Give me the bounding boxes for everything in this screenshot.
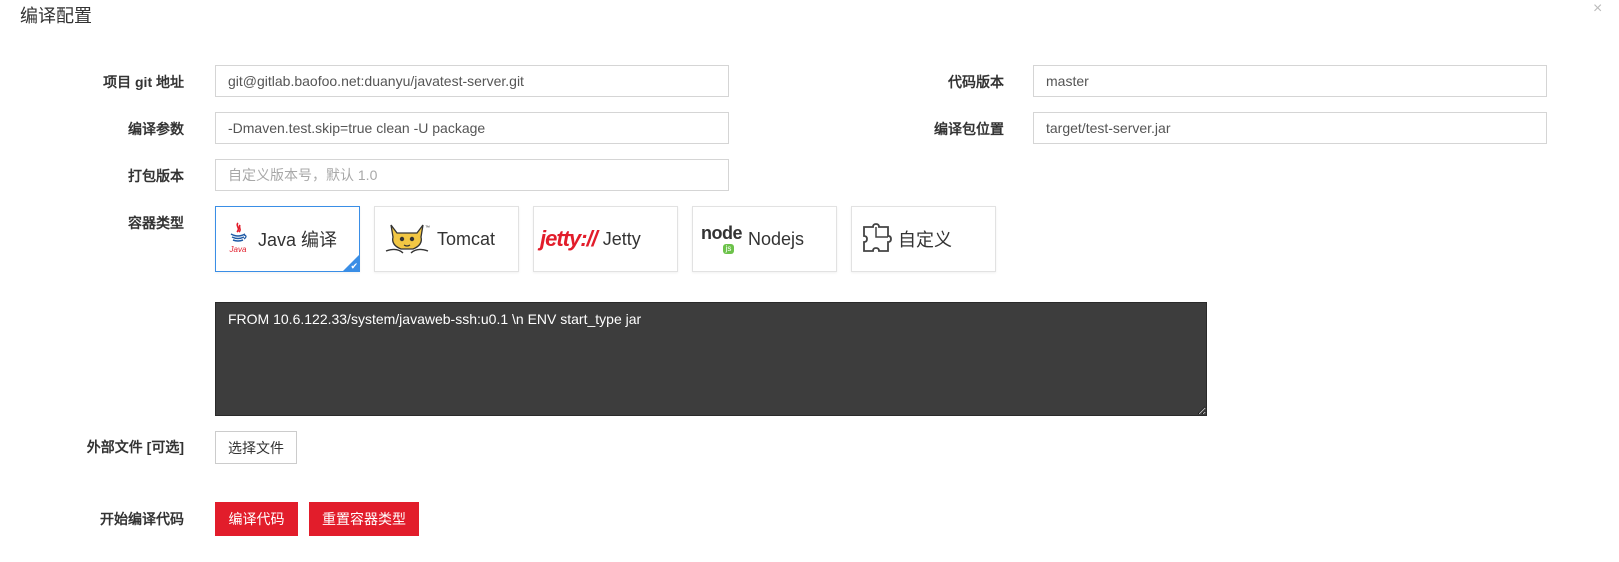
svg-text:Java: Java (229, 245, 247, 254)
check-icon: ✔ (350, 261, 358, 271)
container-option-label: Java 编译 (258, 230, 338, 250)
tomcat-icon: ™ (383, 221, 431, 257)
build-code-button[interactable]: 编译代码 (215, 502, 298, 536)
container-option-label: Jetty (602, 228, 641, 249)
jetty-icon: jetty:// (540, 226, 598, 251)
dialog-title: 编译配置 (20, 6, 92, 26)
puzzle-icon (860, 223, 892, 255)
container-type-label: 容器类型 (128, 215, 184, 231)
choose-file-button[interactable]: 选择文件 (215, 431, 297, 464)
git-url-label: 项目 git 地址 (103, 74, 184, 90)
dockerfile-textarea[interactable]: FROM 10.6.122.33/system/javaweb-ssh:u0.1… (215, 302, 1207, 416)
container-option-label: Tomcat (437, 228, 496, 249)
nodejs-logo-sub: js (722, 244, 735, 254)
start-build-label: 开始编译代码 (100, 511, 184, 527)
container-option-java[interactable]: Java Java 编译 ✔ (215, 206, 360, 272)
reset-container-type-button[interactable]: 重置容器类型 (309, 502, 419, 536)
git-url-input[interactable] (215, 65, 729, 97)
nodejs-icon: node js (701, 223, 743, 254)
container-option-nodejs[interactable]: node js Nodejs (692, 206, 837, 272)
package-path-input[interactable] (1033, 112, 1547, 144)
nodejs-logo-text: node (701, 223, 743, 243)
build-args-input[interactable] (215, 112, 729, 144)
container-option-tomcat[interactable]: ™ Tomcat (374, 206, 519, 272)
java-icon: Java (224, 221, 252, 257)
container-option-label: Nodejs (748, 228, 805, 249)
container-option-custom[interactable]: 自定义 (851, 206, 996, 272)
package-version-input[interactable] (215, 159, 729, 191)
package-path-label: 编译包位置 (934, 121, 1004, 137)
code-version-input[interactable] (1033, 65, 1547, 97)
code-version-label: 代码版本 (948, 74, 1004, 90)
external-files-label: 外部文件 [可选] (86, 439, 184, 455)
package-version-label: 打包版本 (128, 168, 184, 184)
build-args-label: 编译参数 (128, 121, 184, 137)
container-option-jetty[interactable]: jetty:// Jetty (533, 206, 678, 272)
svg-text:™: ™ (425, 225, 430, 231)
close-icon[interactable]: × (1593, 0, 1602, 18)
container-option-label: 自定义 (898, 230, 952, 250)
